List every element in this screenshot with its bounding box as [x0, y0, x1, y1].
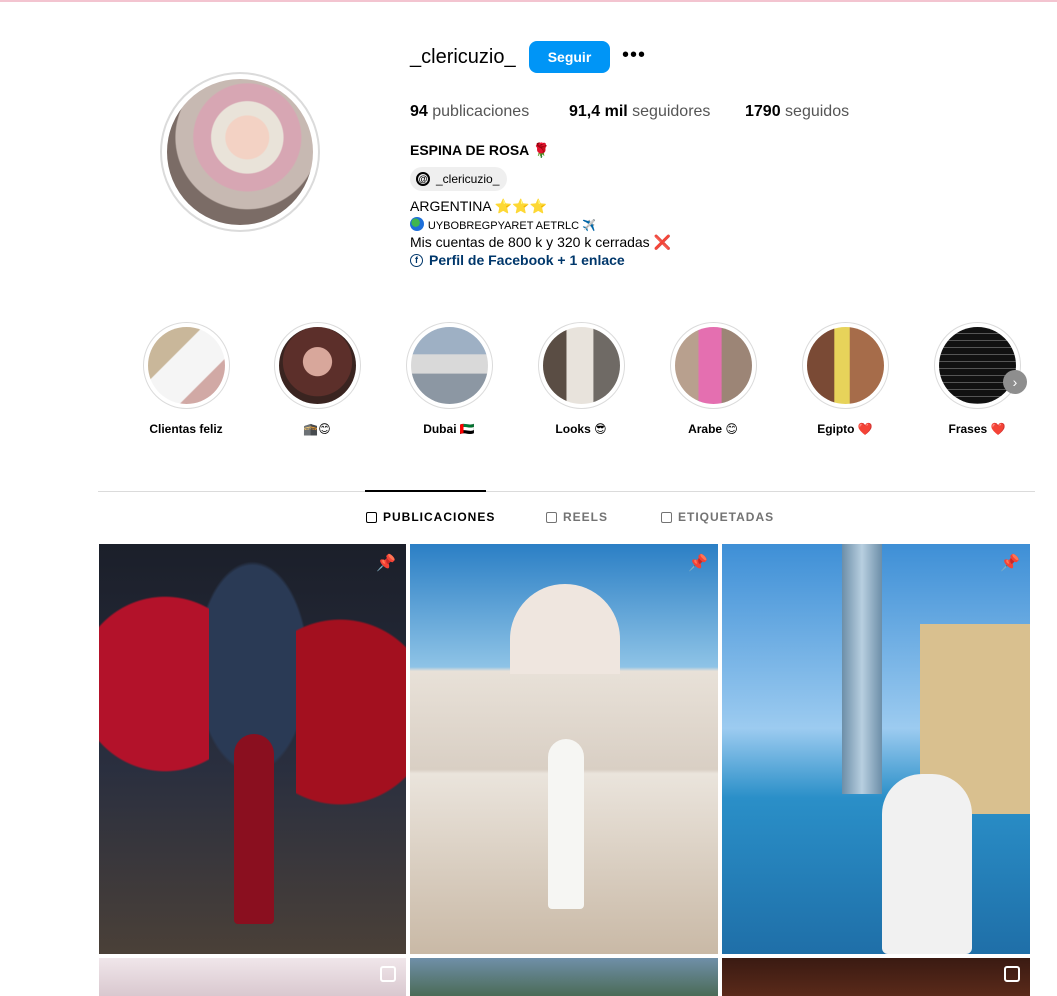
highlight-cover: [410, 327, 488, 404]
profile-username: _clericuzio_: [410, 46, 516, 68]
threads-badge[interactable]: @ _clericuzio_: [410, 167, 508, 191]
highlight-item[interactable]: Egipto ❤️: [797, 322, 893, 436]
highlight-label: Arabe 😊: [688, 422, 738, 436]
grid-icon: [366, 511, 377, 523]
pushpin-icon: 📌: [688, 555, 708, 572]
highlight-label: Frases ❤️: [948, 422, 1006, 436]
following-stat[interactable]: 1790 seguidos: [745, 103, 849, 121]
more-options-icon[interactable]: •••: [620, 45, 648, 69]
highlight-item[interactable]: Looks 😎: [533, 322, 629, 436]
bio-line-1: ARGENTINA ⭐⭐⭐: [410, 198, 548, 214]
chevron-right-icon[interactable]: ›: [1003, 370, 1027, 394]
post-tower: [842, 544, 882, 794]
highlight-cover: [542, 327, 620, 404]
highlight-label: Egipto ❤️: [817, 422, 873, 436]
carousel-icon: [380, 966, 396, 982]
post-decor: [99, 564, 209, 864]
post-tile[interactable]: 📌: [410, 544, 718, 954]
highlight-cover: [938, 327, 1016, 404]
pushpin-icon: 📌: [376, 555, 396, 572]
threads-icon: @: [416, 172, 430, 186]
tab-label: ETIQUETADAS: [678, 510, 775, 524]
highlight-ring: [405, 322, 493, 409]
highlight-ring: [933, 322, 1021, 409]
posts-stat: 94 publicaciones: [410, 103, 529, 121]
highlight-label: Dubai 🇦🇪: [423, 422, 475, 436]
tabs-divider: [98, 491, 1035, 492]
carousel-icon: [1004, 966, 1020, 982]
tab-reels[interactable]: REELS: [546, 510, 608, 524]
highlight-cover: [147, 327, 225, 404]
tab-label: REELS: [563, 510, 609, 524]
post-tile[interactable]: [722, 958, 1030, 996]
following-count: 1790: [745, 103, 781, 120]
highlight-label: Clientas feliz: [149, 422, 223, 436]
profile-full-name: ESPINA DE ROSA 🌹: [410, 142, 551, 158]
reels-icon: [546, 511, 557, 523]
external-links[interactable]: f Perfil de Facebook + 1 enlace: [410, 252, 625, 268]
active-tab-indicator: [365, 490, 486, 492]
highlight-cover: [674, 327, 752, 404]
followers-label: seguidores: [632, 103, 711, 120]
post-tile[interactable]: [99, 958, 406, 996]
top-accent-line: [0, 0, 1057, 2]
highlight-ring: [669, 322, 757, 409]
highlight-ring: [273, 322, 361, 409]
posts-count: 94: [410, 103, 428, 120]
post-dome: [510, 584, 620, 674]
posts-label: publicaciones: [432, 103, 530, 120]
bio-line-2: UYBOBREGPYARET AETRLC ✈️: [410, 216, 596, 232]
highlight-ring: [142, 322, 230, 409]
highlight-label: 🕋😊: [303, 422, 331, 436]
highlight-item[interactable]: Dubai 🇦🇪: [401, 322, 497, 436]
avatar-image: [167, 79, 313, 225]
pushpin-icon: 📌: [1000, 555, 1020, 572]
facebook-icon: f: [410, 253, 423, 267]
post-tile[interactable]: 📌: [722, 544, 1030, 954]
tab-etiquetadas[interactable]: ETIQUETADAS: [661, 510, 774, 524]
post-tile[interactable]: 📌: [99, 544, 406, 954]
highlight-cover: [806, 327, 884, 404]
following-label: seguidos: [785, 103, 850, 120]
tagged-icon: [661, 511, 672, 523]
post-figure: [882, 774, 972, 954]
bio-line-3: Mis cuentas de 800 k y 320 k cerradas ❌: [410, 234, 672, 250]
followers-stat[interactable]: 91,4 mil seguidores: [569, 103, 710, 121]
post-figure: [234, 734, 274, 924]
tab-publicaciones[interactable]: PUBLICACIONES: [366, 510, 495, 524]
external-links-label[interactable]: Perfil de Facebook + 1 enlace: [429, 252, 625, 268]
bio-line-2-text: UYBOBREGPYARET AETRLC ✈️: [427, 220, 596, 232]
highlight-label: Looks 😎: [555, 422, 607, 436]
followers-count: 91,4 mil: [569, 103, 628, 120]
globe-icon: [410, 217, 424, 231]
post-tile[interactable]: [410, 958, 718, 996]
tab-label: PUBLICACIONES: [383, 510, 496, 524]
highlight-item[interactable]: Arabe 😊: [665, 322, 761, 436]
threads-handle: _clericuzio_: [436, 172, 500, 186]
profile-avatar[interactable]: [160, 72, 320, 232]
highlight-item[interactable]: 🕋😊: [269, 322, 365, 436]
follow-button[interactable]: Seguir: [529, 41, 610, 73]
post-decor: [296, 584, 406, 904]
post-figure: [548, 739, 584, 909]
highlight-item[interactable]: Clientas feliz: [138, 322, 234, 436]
highlight-cover: [278, 327, 356, 404]
highlight-ring: [537, 322, 625, 409]
highlight-ring: [801, 322, 889, 409]
